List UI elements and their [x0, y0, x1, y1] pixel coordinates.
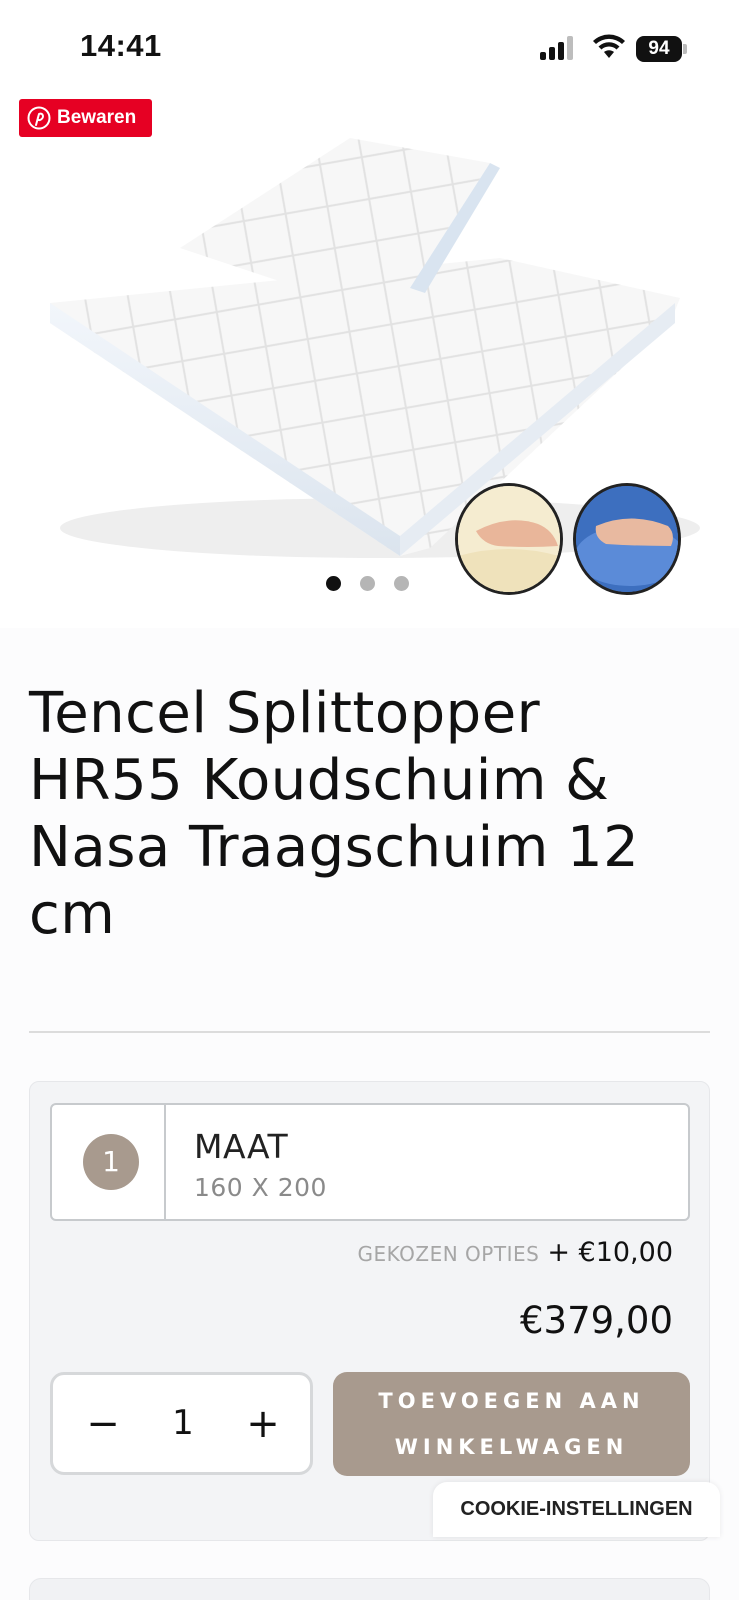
minus-icon: −	[86, 1400, 120, 1447]
decrease-quantity-button[interactable]: −	[63, 1375, 143, 1472]
foam-thumbnail-1	[455, 483, 563, 595]
increase-quantity-button[interactable]: +	[223, 1375, 303, 1472]
pinterest-save-button[interactable]: Bewaren	[19, 99, 152, 137]
pinterest-icon	[27, 106, 51, 130]
chosen-options-price: + €10,00	[547, 1237, 673, 1268]
quantity-stepper: − 1 +	[50, 1372, 313, 1475]
carousel-dots	[326, 576, 416, 592]
wifi-icon	[593, 34, 625, 58]
option-step-cell: 1	[52, 1105, 166, 1219]
purchase-options-panel: 1 MAAT 160 X 200 GEKOZEN OPTIES + €10,00…	[29, 1081, 710, 1541]
battery-icon: 94	[636, 36, 687, 62]
chosen-options-label: GEKOZEN OPTIES	[357, 1242, 540, 1266]
size-option[interactable]: 1 MAAT 160 X 200	[50, 1103, 690, 1221]
cookie-settings-button[interactable]: COOKIE-INSTELLINGEN	[433, 1482, 720, 1537]
option-label: MAAT	[194, 1127, 289, 1166]
battery-level: 94	[636, 36, 682, 62]
status-bar: 14:41 94	[0, 0, 739, 92]
product-title: Tencel Splittopper HR55 Koudschuim & Nas…	[29, 681, 640, 947]
divider	[29, 1031, 710, 1033]
carousel-dot-2[interactable]	[360, 576, 375, 591]
total-price: €379,00	[519, 1299, 673, 1342]
chosen-options-row: GEKOZEN OPTIES + €10,00	[358, 1237, 674, 1268]
option-step-badge: 1	[83, 1134, 139, 1190]
plus-icon: +	[246, 1400, 280, 1447]
next-section-card	[29, 1578, 710, 1600]
foam-thumbnail-2	[573, 483, 681, 595]
option-value: 160 X 200	[194, 1173, 327, 1202]
status-time: 14:41	[80, 28, 162, 63]
carousel-dot-3[interactable]	[394, 576, 409, 591]
save-label: Bewaren	[57, 107, 137, 128]
quantity-value[interactable]: 1	[143, 1375, 223, 1472]
add-to-cart-button[interactable]: TOEVOEGEN AAN WINKELWAGEN	[333, 1372, 690, 1476]
product-gallery[interactable]: Bewaren	[0, 88, 739, 628]
cellular-signal-icon	[540, 36, 578, 60]
carousel-dot-1[interactable]	[326, 576, 341, 591]
